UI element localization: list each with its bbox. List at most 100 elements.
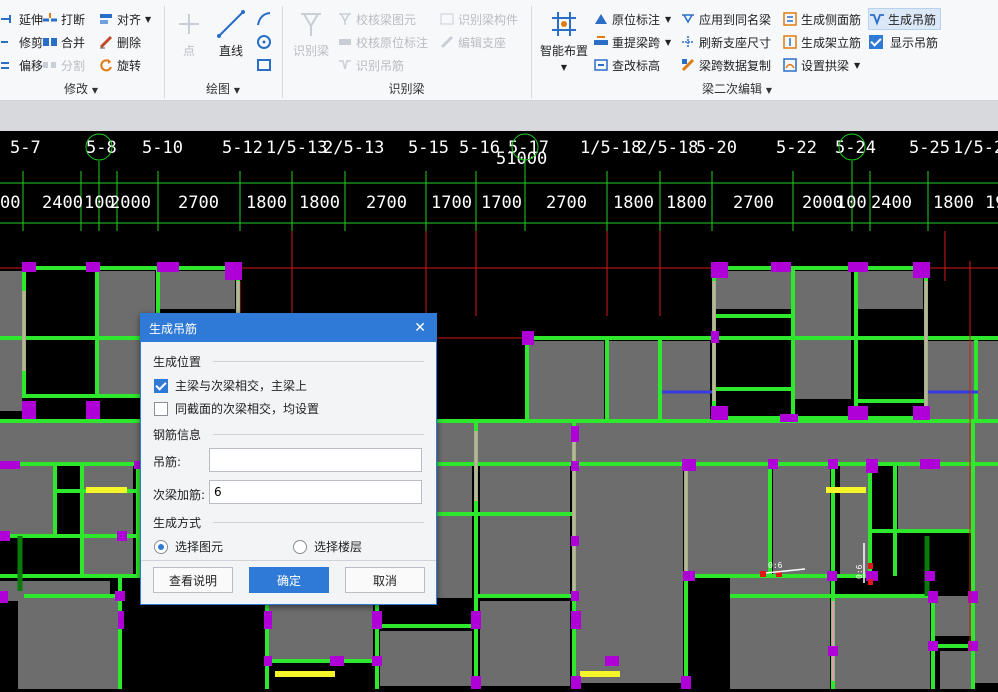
side-bar-icon [782,11,798,27]
align-icon [98,11,114,27]
check-original-annotation-button[interactable]: 校核原位标注 [337,32,428,52]
dimension-text: 2000 [110,193,151,213]
query-elevation-button[interactable]: 查改标高 [593,55,660,75]
identify-beam-button[interactable]: 识别梁 [289,8,333,59]
gen-erection-bar-button[interactable]: 生成架立筋 [782,32,861,52]
apply-icon [680,11,696,27]
hanger-input[interactable] [209,448,422,472]
chevron-down-icon: ▼ [665,14,672,24]
identify-icon [439,11,455,27]
split-button[interactable]: 分割 [42,55,85,75]
checkbox-icon [154,401,168,416]
radio-select-element[interactable]: 选择图元 [154,538,223,555]
dimension-text: 19 [985,193,998,213]
dimension-text: 100 [836,193,867,213]
checkbox-icon [869,35,883,49]
offset-icon [0,57,16,73]
axis-label: 5-10 [142,138,183,158]
merge-button[interactable]: 合并 [42,32,85,52]
dimension-text: 1800 [666,193,707,213]
panel-gap [0,101,998,131]
rectangle-icon[interactable] [255,56,273,77]
axis-label: 1/5-13 [266,138,327,158]
same-section-checkbox[interactable]: 同截面的次梁相交，均设置 [154,400,319,417]
show-hanger-toggle[interactable]: 显示吊筋 [869,32,938,52]
gen-hanger-button[interactable]: 生成吊筋 [868,8,942,30]
section-method-heading: 生成方式 [153,516,202,530]
dimension-text: 2700 [366,193,407,213]
span-icon [593,34,609,50]
dimension-text: 1800 [613,193,654,213]
identify-beam-member-button[interactable]: 识别梁构件 [439,9,518,29]
section-rebar-heading: 钢筋信息 [153,428,202,442]
delete-button[interactable]: 删除 [98,32,141,52]
hanger-icon [337,57,353,73]
copy-icon [680,57,696,73]
set-camber-button[interactable]: 设置拱梁 ▼ [782,55,860,75]
break-button[interactable]: 打断 [42,9,85,29]
cancel-button[interactable]: 取消 [345,567,425,593]
beam-secondary-edit-group: 智能布置 ▼ 原位标注 ▼ 重提梁跨 ▼ 查改标高 应用到同名梁 刷新支座尺寸 梁跨数… [532,0,998,100]
smart-layout-button[interactable]: 智能布置 ▼ [536,8,592,73]
dimension-text: 2400 [871,193,912,213]
identify-beam-icon [295,8,327,40]
refresh-support-size-button[interactable]: 刷新支座尺寸 [680,32,771,52]
apply-same-name-button[interactable]: 应用到同名梁 [680,9,771,29]
circle-icon[interactable] [255,33,273,54]
chevron-down-icon: ▼ [145,14,152,24]
original-annotation-button[interactable]: 原位标注 ▼ [593,9,671,29]
ok-button[interactable]: 确定 [249,567,329,593]
point-button[interactable]: 点 [169,8,209,59]
merge-icon [42,34,58,50]
modify-group: 延伸 打断 对齐 ▼ 修剪 合并 删除 偏移 分割 旋转 修改 ▼ [0,0,162,100]
radio-select-floor[interactable]: 选择楼层 [293,538,362,555]
hanger-label: 吊筋: [153,455,182,469]
span-data-copy-button[interactable]: 梁跨数据复制 [680,55,771,75]
axis-label: 2/5-13 [323,138,384,158]
smart-layout-icon [548,8,580,40]
align-button[interactable]: 对齐 ▼ [98,9,151,29]
line-button[interactable]: 直线 [211,8,251,59]
extend-icon [0,11,16,27]
extend-button[interactable]: 延伸 [0,9,43,29]
draw-caption[interactable]: 绘图 ▼ [165,80,281,97]
relift-span-button[interactable]: 重提梁跨 ▼ [593,32,671,52]
dimension-text: 1700 [431,193,472,213]
gen-side-bar-button[interactable]: 生成侧面筋 [782,9,861,29]
trim-icon [0,34,16,50]
identify-hanger-button[interactable]: 识别吊筋 [337,55,404,75]
generate-hanger-dialog: 生成吊筋 ✕ 生成位置 主梁与次梁相交，主梁上 同截面的次梁相交，均设置 钢筋信… [140,313,437,605]
check-beam-diagram-button[interactable]: 校核梁图元 [337,9,416,29]
chevron-down-icon: ▼ [854,60,861,70]
divider [213,522,424,523]
rotate-button[interactable]: 旋转 [98,55,141,75]
axis-label: 2/5-18 [637,138,698,158]
identify-beam-caption: 识别梁 [388,82,425,96]
chevron-down-icon: ▼ [765,86,772,95]
axis-label: 5-20 [696,138,737,158]
axis-label: 1/5-2 [953,138,998,158]
arc-icon[interactable] [255,10,273,31]
dimension-text: 1800 [246,193,287,213]
divider [141,560,436,561]
main-secondary-checkbox[interactable]: 主梁与次梁相交，主梁上 [154,377,307,394]
dimension-text: 00 [0,193,20,213]
split-icon [42,57,58,73]
offset-button[interactable]: 偏移 [0,55,43,75]
close-icon[interactable]: ✕ [414,320,426,336]
beam-secondary-edit-caption[interactable]: 梁二次编辑 ▼ [702,80,998,97]
draw-group: 点 直线 绘图 ▼ [165,0,281,100]
chevron-down-icon: ▼ [233,86,240,95]
additional-bar-input[interactable] [209,480,422,504]
dimension-text: 1700 [481,193,522,213]
trim-button[interactable]: 修剪 [0,32,43,52]
camber-icon [782,57,798,73]
dialog-titlebar[interactable]: 生成吊筋 ✕ [141,314,436,342]
chevron-down-icon: ▼ [560,63,568,72]
view-help-button[interactable]: 查看说明 [153,567,233,593]
elevation-icon [593,57,609,73]
dimension-text: 2700 [546,193,587,213]
axis-label: 5-25 [909,138,950,158]
modify-caption[interactable]: 修改 ▼ [0,80,162,97]
edit-support-button[interactable]: 编辑支座 [439,32,506,52]
